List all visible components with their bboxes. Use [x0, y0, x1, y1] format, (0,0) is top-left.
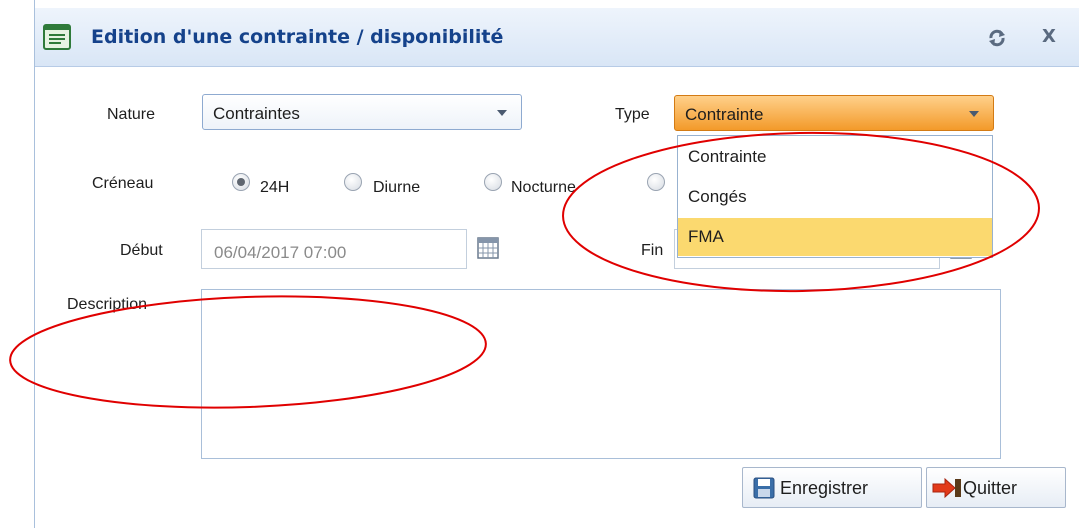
creneau-label: Créneau [92, 175, 154, 192]
save-button[interactable]: Enregistrer [742, 467, 922, 508]
creneau-option-24h: 24H [260, 179, 290, 196]
debut-field[interactable]: 06/04/2017 07:00 [201, 229, 467, 269]
quit-button[interactable]: Quitter [926, 467, 1066, 508]
nature-select[interactable]: Contraintes [202, 94, 522, 130]
refresh-icon[interactable] [988, 29, 1006, 47]
description-label: Description [67, 296, 148, 313]
debut-label: Début [120, 242, 163, 259]
fin-label: Fin [641, 242, 664, 259]
debut-value: 06/04/2017 07:00 [214, 243, 347, 262]
form-icon [43, 24, 71, 50]
creneau-radio-nocturne[interactable] [484, 173, 502, 191]
chevron-down-icon [497, 110, 507, 116]
exit-icon [932, 477, 961, 499]
type-option-fma[interactable]: FMA [678, 218, 992, 256]
type-dropdown-list: Contrainte Congés FMA [677, 135, 993, 258]
type-label: Type [615, 106, 650, 123]
nature-label: Nature [107, 106, 156, 123]
type-select[interactable]: Contrainte [674, 95, 994, 131]
dialog-titlebar: Edition d'une contrainte / disponibilité… [35, 8, 1079, 67]
type-option-conges[interactable]: Congés [678, 178, 992, 216]
creneau-radio-diurne[interactable] [344, 173, 362, 191]
creneau-radio-hidden[interactable] [647, 173, 665, 191]
description-textarea[interactable] [201, 289, 1001, 459]
edit-constraint-dialog: Edition d'une contrainte / disponibilité… [34, 0, 1079, 528]
creneau-radio-24h[interactable] [232, 173, 250, 191]
close-icon[interactable]: X [1039, 25, 1059, 49]
creneau-option-nocturne: Nocturne [511, 179, 576, 196]
save-icon [753, 477, 775, 499]
type-value: Contrainte [685, 105, 764, 124]
chevron-down-icon [969, 111, 979, 117]
type-option-contrainte[interactable]: Contrainte [678, 138, 992, 176]
nature-value: Contraintes [213, 104, 300, 123]
creneau-option-diurne: Diurne [373, 179, 421, 196]
dialog-title: Edition d'une contrainte / disponibilité [91, 26, 504, 48]
calendar-icon[interactable] [477, 237, 499, 259]
